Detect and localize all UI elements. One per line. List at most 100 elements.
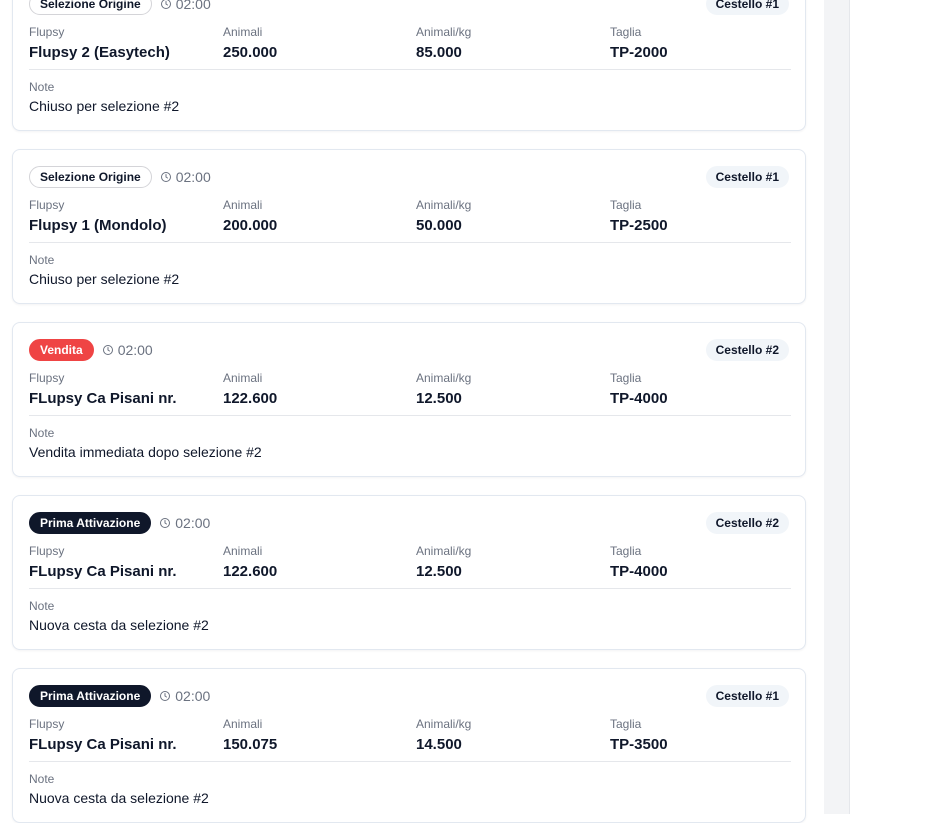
field-label: Animali xyxy=(223,371,263,385)
field-animali-kg: Animali/kg 12.500 xyxy=(416,544,471,582)
note-label: Note xyxy=(29,253,55,267)
operation-time: 02:00 xyxy=(160,0,211,12)
note-text: Nuova cesta da selezione #2 xyxy=(29,617,209,633)
clock-icon xyxy=(160,518,171,528)
field-value: TP-4000 xyxy=(610,390,668,407)
field-value: 122.600 xyxy=(223,563,278,580)
divider xyxy=(29,761,791,762)
card-header: Selezione Origine 02:00 xyxy=(29,0,211,15)
operation-card: Selezione Origine 02:00 Cestello #1 Flup… xyxy=(12,0,806,131)
note-section: Note Nuova cesta da selezione #2 xyxy=(29,599,209,634)
operation-card: Vendita 02:00 Cestello #2 Flupsy FLupsy … xyxy=(12,322,806,477)
field-label: Animali/kg xyxy=(416,717,472,731)
time-text: 02:00 xyxy=(175,0,211,12)
field-value: Flupsy 2 (Easytech) xyxy=(29,44,170,61)
divider xyxy=(29,69,791,70)
field-label: Taglia xyxy=(610,544,642,558)
card-header: Vendita 02:00 xyxy=(29,339,153,361)
card-header: Selezione Origine 02:00 xyxy=(29,166,211,188)
field-value: TP-4000 xyxy=(610,563,668,580)
card-header: Prima Attivazione 02:00 xyxy=(29,512,210,534)
field-label: Animali xyxy=(223,544,263,558)
field-value: TP-2500 xyxy=(610,217,668,234)
time-text: 02:00 xyxy=(175,169,211,185)
clock-icon xyxy=(160,0,171,9)
field-value: 50.000 xyxy=(416,217,462,234)
field-value: 12.500 xyxy=(416,563,462,580)
field-flupsy: Flupsy Flupsy 1 (Mondolo) xyxy=(29,198,166,236)
field-label: Flupsy xyxy=(29,25,65,39)
field-label: Flupsy xyxy=(29,371,65,385)
card-fields: Flupsy FLupsy Ca Pisani nr. Animali 150.… xyxy=(29,717,791,757)
field-value: 14.500 xyxy=(416,736,462,753)
field-label: Animali/kg xyxy=(416,25,472,39)
field-value: 150.075 xyxy=(223,736,278,753)
card-header: Prima Attivazione 02:00 xyxy=(29,685,210,707)
field-flupsy: Flupsy FLupsy Ca Pisani nr. xyxy=(29,371,177,409)
field-value: FLupsy Ca Pisani nr. xyxy=(29,563,177,580)
card-fields: Flupsy FLupsy Ca Pisani nr. Animali 122.… xyxy=(29,371,791,411)
note-label: Note xyxy=(29,599,55,613)
clock-icon xyxy=(160,172,171,182)
field-value: FLupsy Ca Pisani nr. xyxy=(29,736,177,753)
side-panel xyxy=(824,0,850,814)
operation-type-badge: Vendita xyxy=(29,339,94,361)
field-value: 200.000 xyxy=(223,217,278,234)
operation-time: 02:00 xyxy=(160,169,211,185)
field-animali-kg: Animali/kg 50.000 xyxy=(416,198,471,236)
card-fields: Flupsy FLupsy Ca Pisani nr. Animali 122.… xyxy=(29,544,791,584)
note-text: Vendita immediata dopo selezione #2 xyxy=(29,444,262,460)
divider xyxy=(29,588,791,589)
card-fields: Flupsy Flupsy 1 (Mondolo) Animali 200.00… xyxy=(29,198,791,238)
cestello-badge: Cestello #1 xyxy=(705,685,789,707)
card-fields: Flupsy Flupsy 2 (Easytech) Animali 250.0… xyxy=(29,25,791,65)
field-label: Flupsy xyxy=(29,717,65,731)
operation-type-badge: Selezione Origine xyxy=(29,166,152,188)
field-value: TP-2000 xyxy=(610,44,668,61)
field-animali: Animali 200.000 xyxy=(223,198,277,236)
field-value: 250.000 xyxy=(223,44,278,61)
field-animali-kg: Animali/kg 12.500 xyxy=(416,371,471,409)
field-flupsy: Flupsy FLupsy Ca Pisani nr. xyxy=(29,717,177,755)
time-text: 02:00 xyxy=(175,515,211,531)
operation-time: 02:00 xyxy=(102,342,153,358)
field-animali-kg: Animali/kg 85.000 xyxy=(416,25,471,63)
note-text: Chiuso per selezione #2 xyxy=(29,271,180,287)
operation-time: 02:00 xyxy=(159,515,210,531)
operation-card: Selezione Origine 02:00 Cestello #1 Flup… xyxy=(12,149,806,304)
field-value: FLupsy Ca Pisani nr. xyxy=(29,390,177,407)
field-value: 12.500 xyxy=(416,390,462,407)
field-taglia: Taglia TP-4000 xyxy=(610,371,668,409)
field-label: Taglia xyxy=(610,25,642,39)
field-label: Animali/kg xyxy=(416,371,472,385)
operation-type-badge: Prima Attivazione xyxy=(29,685,152,707)
note-label: Note xyxy=(29,80,55,94)
operation-time: 02:00 xyxy=(159,688,210,704)
field-animali: Animali 122.600 xyxy=(223,371,277,409)
note-section: Note Nuova cesta da selezione #2 xyxy=(29,772,209,807)
field-animali-kg: Animali/kg 14.500 xyxy=(416,717,471,755)
time-text: 02:00 xyxy=(175,688,211,704)
divider xyxy=(29,242,791,243)
field-label: Taglia xyxy=(610,717,642,731)
note-text: Nuova cesta da selezione #2 xyxy=(29,790,209,806)
field-animali: Animali 122.600 xyxy=(223,544,277,582)
note-section: Note Chiuso per selezione #2 xyxy=(29,80,179,115)
field-label: Animali/kg xyxy=(416,198,472,212)
operation-type-badge: Selezione Origine xyxy=(29,0,152,15)
field-taglia: Taglia TP-4000 xyxy=(610,544,668,582)
field-label: Animali/kg xyxy=(416,544,472,558)
field-value: Flupsy 1 (Mondolo) xyxy=(29,217,167,234)
clock-icon xyxy=(102,345,113,355)
field-value: 85.000 xyxy=(416,44,462,61)
note-label: Note xyxy=(29,426,55,440)
cestello-badge: Cestello #2 xyxy=(705,512,789,534)
time-text: 02:00 xyxy=(117,342,153,358)
field-flupsy: Flupsy Flupsy 2 (Easytech) xyxy=(29,25,170,63)
field-taglia: Taglia TP-2500 xyxy=(610,198,668,236)
cestello-badge: Cestello #1 xyxy=(705,0,789,15)
field-label: Taglia xyxy=(610,198,642,212)
field-flupsy: Flupsy FLupsy Ca Pisani nr. xyxy=(29,544,177,582)
field-label: Animali xyxy=(223,717,263,731)
cestello-badge: Cestello #2 xyxy=(705,339,789,361)
